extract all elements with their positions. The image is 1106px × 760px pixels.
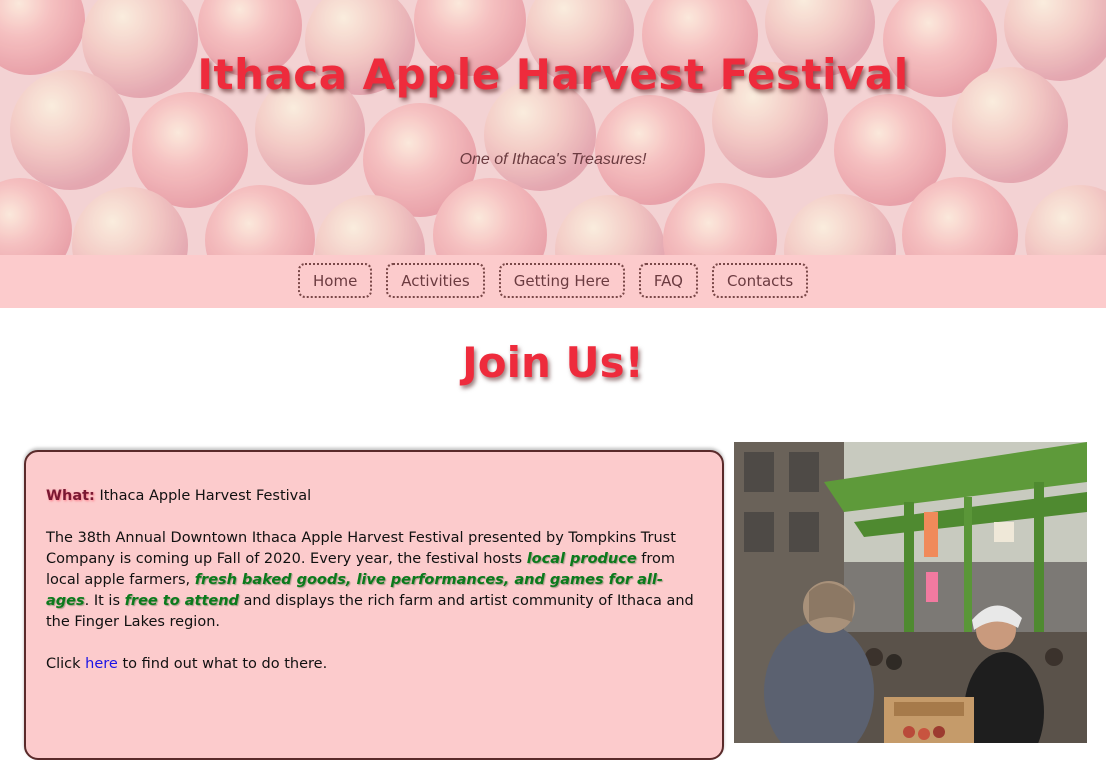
- highlight-free-to-attend: free to attend: [124, 593, 239, 609]
- nav-item-faq[interactable]: FAQ: [638, 263, 698, 298]
- what-value: Ithaca Apple Harvest Festival: [99, 488, 312, 504]
- apples-background-image: [0, 0, 1106, 255]
- click-suffix: to find out what to do there.: [117, 656, 328, 672]
- here-link[interactable]: here: [85, 656, 118, 672]
- what-label: What:: [46, 488, 95, 504]
- highlight-local-produce: local produce: [526, 551, 637, 567]
- main-navigation: Home Activities Getting Here FAQ Contact…: [0, 255, 1106, 308]
- click-prefix: Click: [46, 656, 86, 672]
- nav-item-activities[interactable]: Activities: [386, 263, 485, 298]
- market-photo: [734, 442, 1087, 743]
- info-card: What: Ithaca Apple Harvest Festival The …: [24, 450, 724, 760]
- nav-item-home[interactable]: Home: [298, 263, 373, 298]
- what-line: What: Ithaca Apple Harvest Festival: [46, 486, 702, 507]
- description-paragraph: The 38th Annual Downtown Ithaca Apple Ha…: [46, 528, 702, 633]
- click-line: Click here to find out what to do there.: [46, 654, 702, 675]
- description-text-3: . It is: [84, 593, 125, 609]
- site-tagline: One of Ithaca's Treasures!: [459, 151, 647, 168]
- hero-banner: Ithaca Apple Harvest Festival One of Ith…: [0, 0, 1106, 255]
- nav-item-getting-here[interactable]: Getting Here: [498, 263, 625, 298]
- nav-list: Home Activities Getting Here FAQ Contact…: [298, 263, 822, 298]
- site-title: Ithaca Apple Harvest Festival: [197, 50, 909, 99]
- nav-item-contacts[interactable]: Contacts: [711, 263, 809, 298]
- market-photo-illustration: [734, 442, 1087, 743]
- page-heading: Join Us!: [462, 338, 644, 387]
